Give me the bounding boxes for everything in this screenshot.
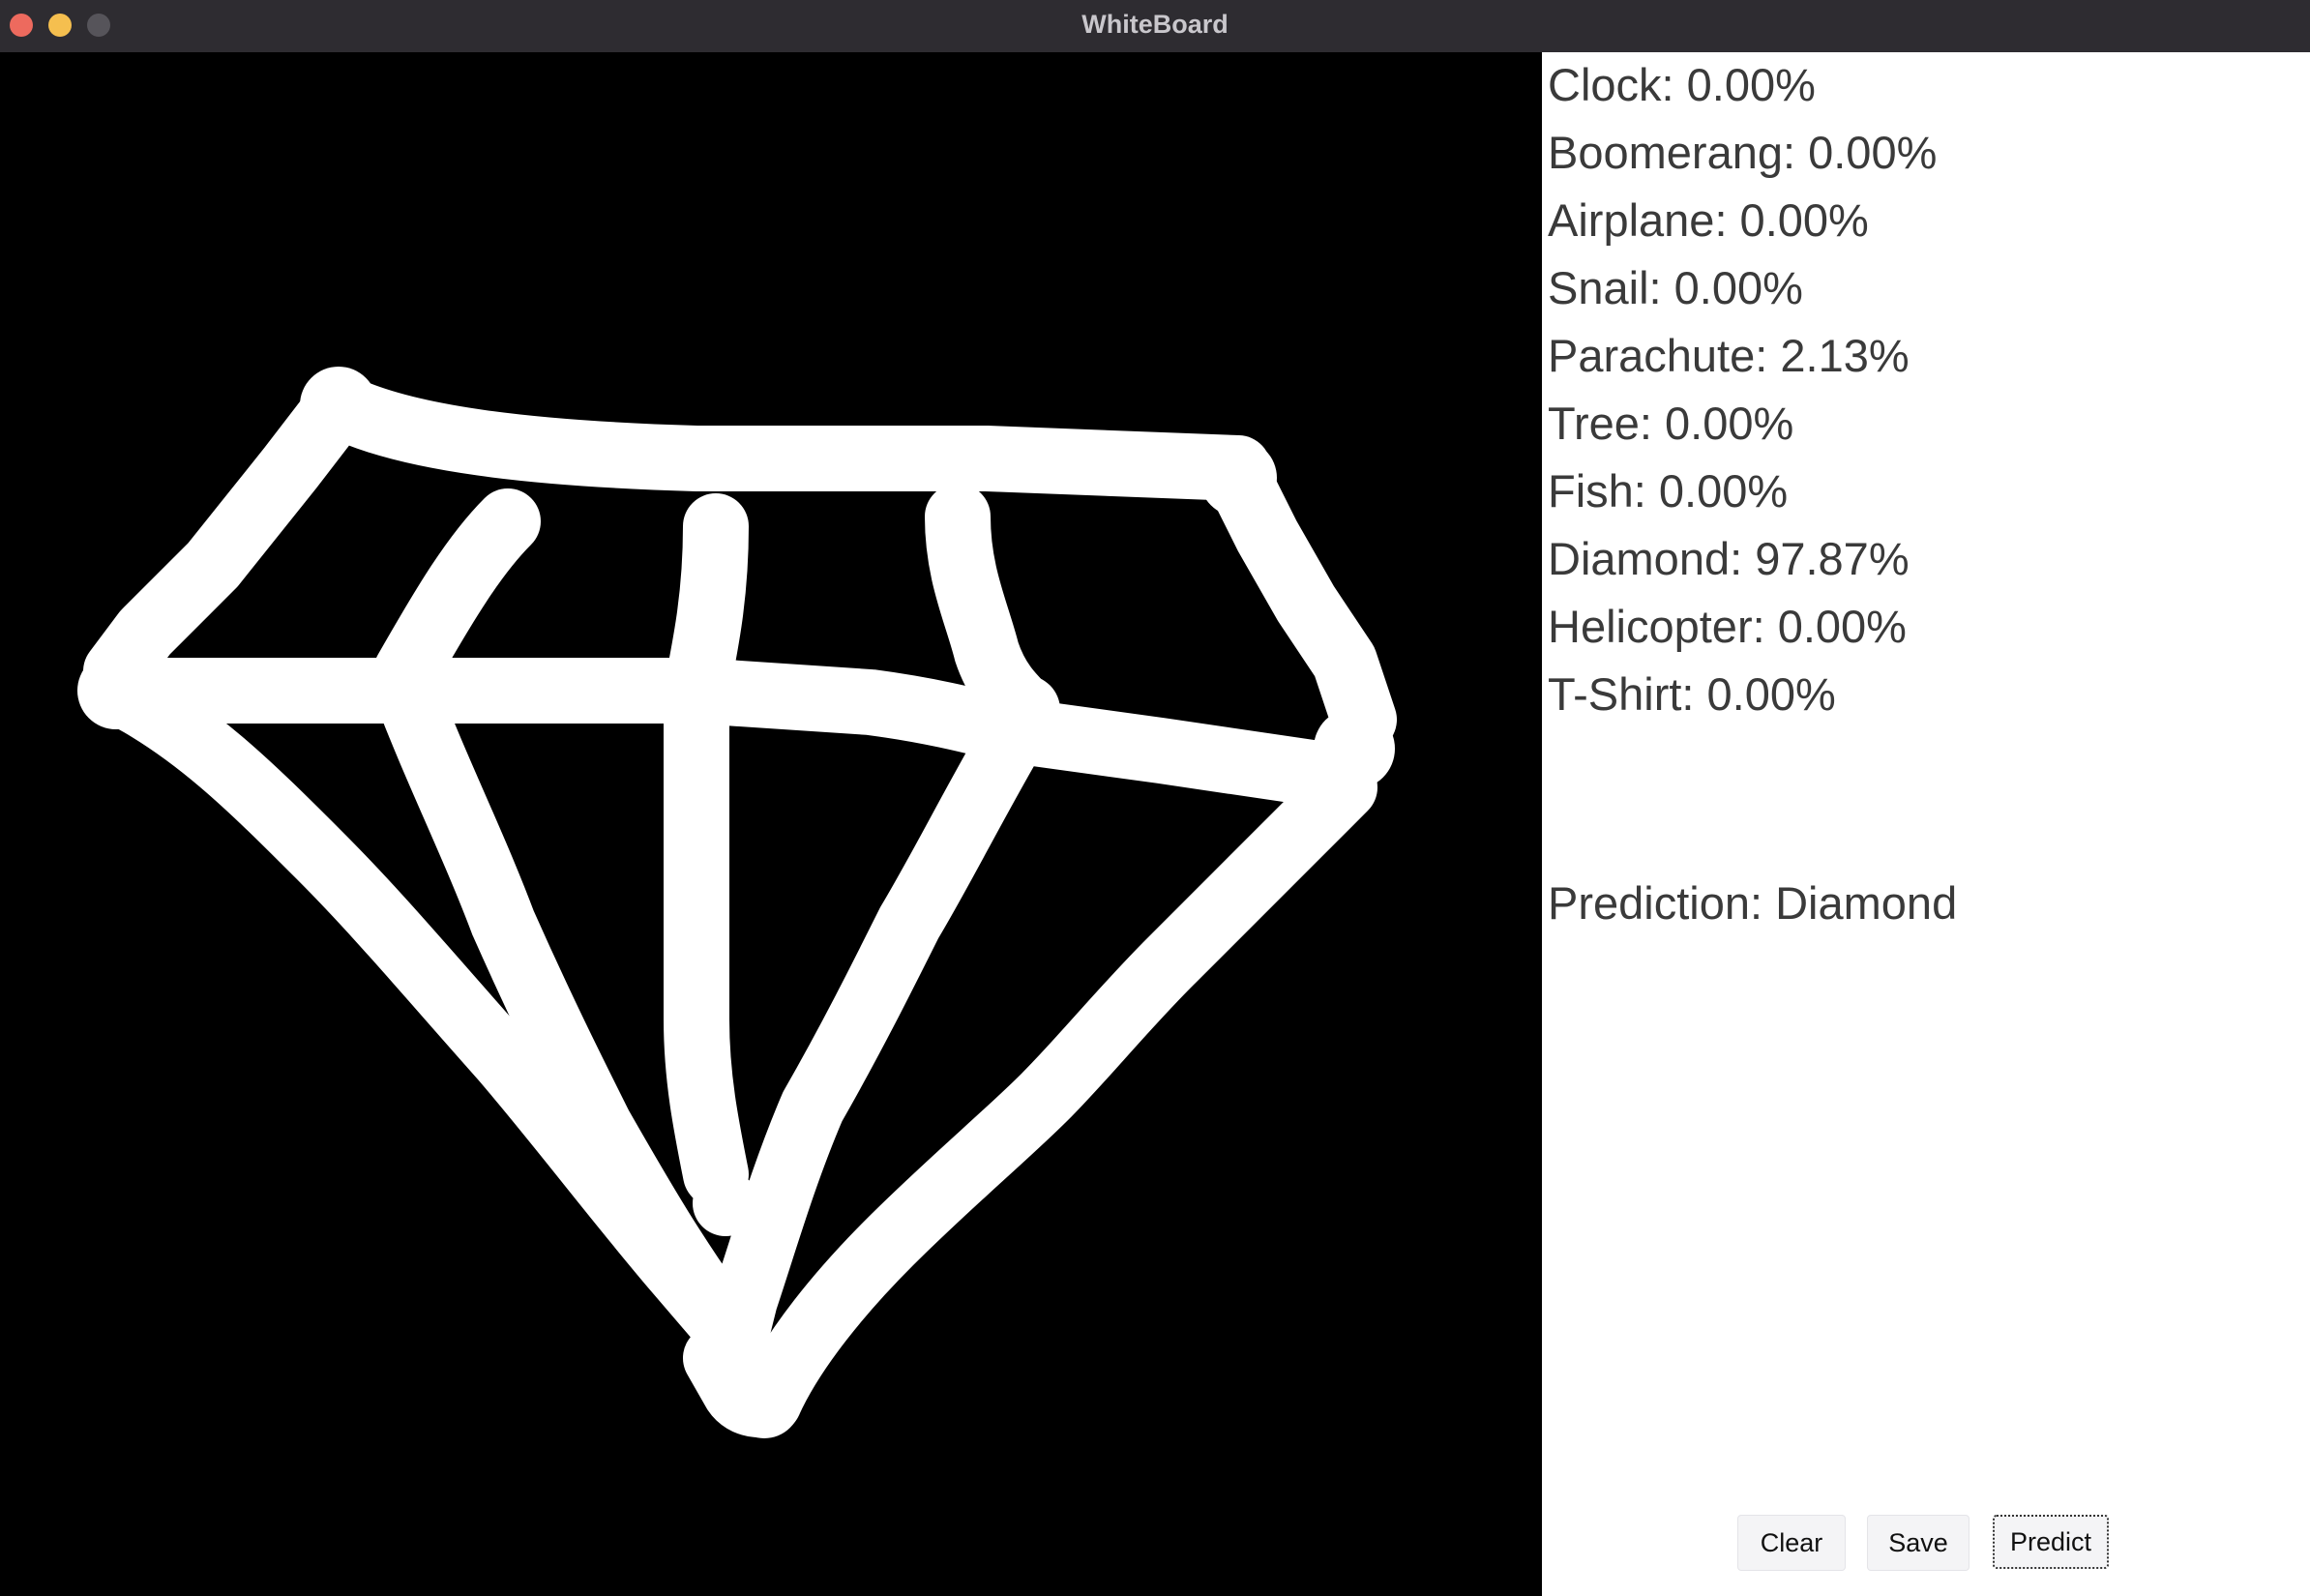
sketch-stroke-facet-a bbox=[373, 488, 541, 704]
sketch-blob bbox=[1314, 708, 1395, 789]
results-panel: Clock: 0.00% Boomerang: 0.00% Airplane: … bbox=[1542, 52, 2310, 1596]
score-clock: Clock: 0.00% bbox=[1548, 59, 1816, 110]
score-diamond: Diamond: 97.87% bbox=[1548, 533, 1910, 584]
close-dot-icon[interactable] bbox=[10, 14, 33, 37]
predict-button[interactable]: Predict bbox=[1993, 1515, 2109, 1569]
sketch-blob bbox=[1199, 439, 1277, 517]
sketch-blob bbox=[991, 675, 1060, 745]
score-parachute: Parachute: 2.13% bbox=[1548, 330, 1910, 381]
score-snail: Snail: 0.00% bbox=[1548, 262, 1803, 313]
sketch-blob bbox=[77, 652, 155, 729]
diamond-sketch bbox=[77, 367, 1397, 1438]
sketch-blob bbox=[300, 367, 377, 444]
score-airplane: Airplane: 0.00% bbox=[1548, 194, 1869, 246]
sketch-stroke-right-upper bbox=[1205, 445, 1397, 753]
score-helicopter: Helicopter: 0.00% bbox=[1548, 601, 1907, 652]
score-t-shirt: T-Shirt: 0.00% bbox=[1548, 668, 1836, 720]
prediction-label: Prediction: Diamond bbox=[1548, 877, 1958, 929]
sketch-stroke-left-upper bbox=[83, 372, 371, 704]
whiteboard-window: WhiteBoard Clock: 0.00% Boomerang: 0.00%… bbox=[0, 0, 2310, 1596]
sketch-blob bbox=[693, 1170, 758, 1236]
sketch-blob bbox=[727, 1365, 801, 1438]
sketch-stroke-center bbox=[664, 658, 749, 1207]
zoom-dot-icon[interactable] bbox=[87, 14, 110, 37]
save-button[interactable]: Save bbox=[1867, 1515, 1969, 1571]
title-bar[interactable]: WhiteBoard bbox=[0, 0, 2310, 53]
score-boomerang: Boomerang: 0.00% bbox=[1548, 127, 1938, 178]
sketch-stroke-girdle bbox=[83, 658, 1377, 811]
drawing-canvas[interactable] bbox=[0, 52, 1542, 1596]
score-fish: Fish: 0.00% bbox=[1548, 465, 1789, 517]
window-title: WhiteBoard bbox=[1081, 10, 1229, 39]
minimize-dot-icon[interactable] bbox=[48, 14, 72, 37]
sketch-stroke-top-rim bbox=[306, 372, 1271, 501]
score-tree: Tree: 0.00% bbox=[1548, 398, 1794, 449]
clear-button[interactable]: Clear bbox=[1737, 1515, 1846, 1571]
